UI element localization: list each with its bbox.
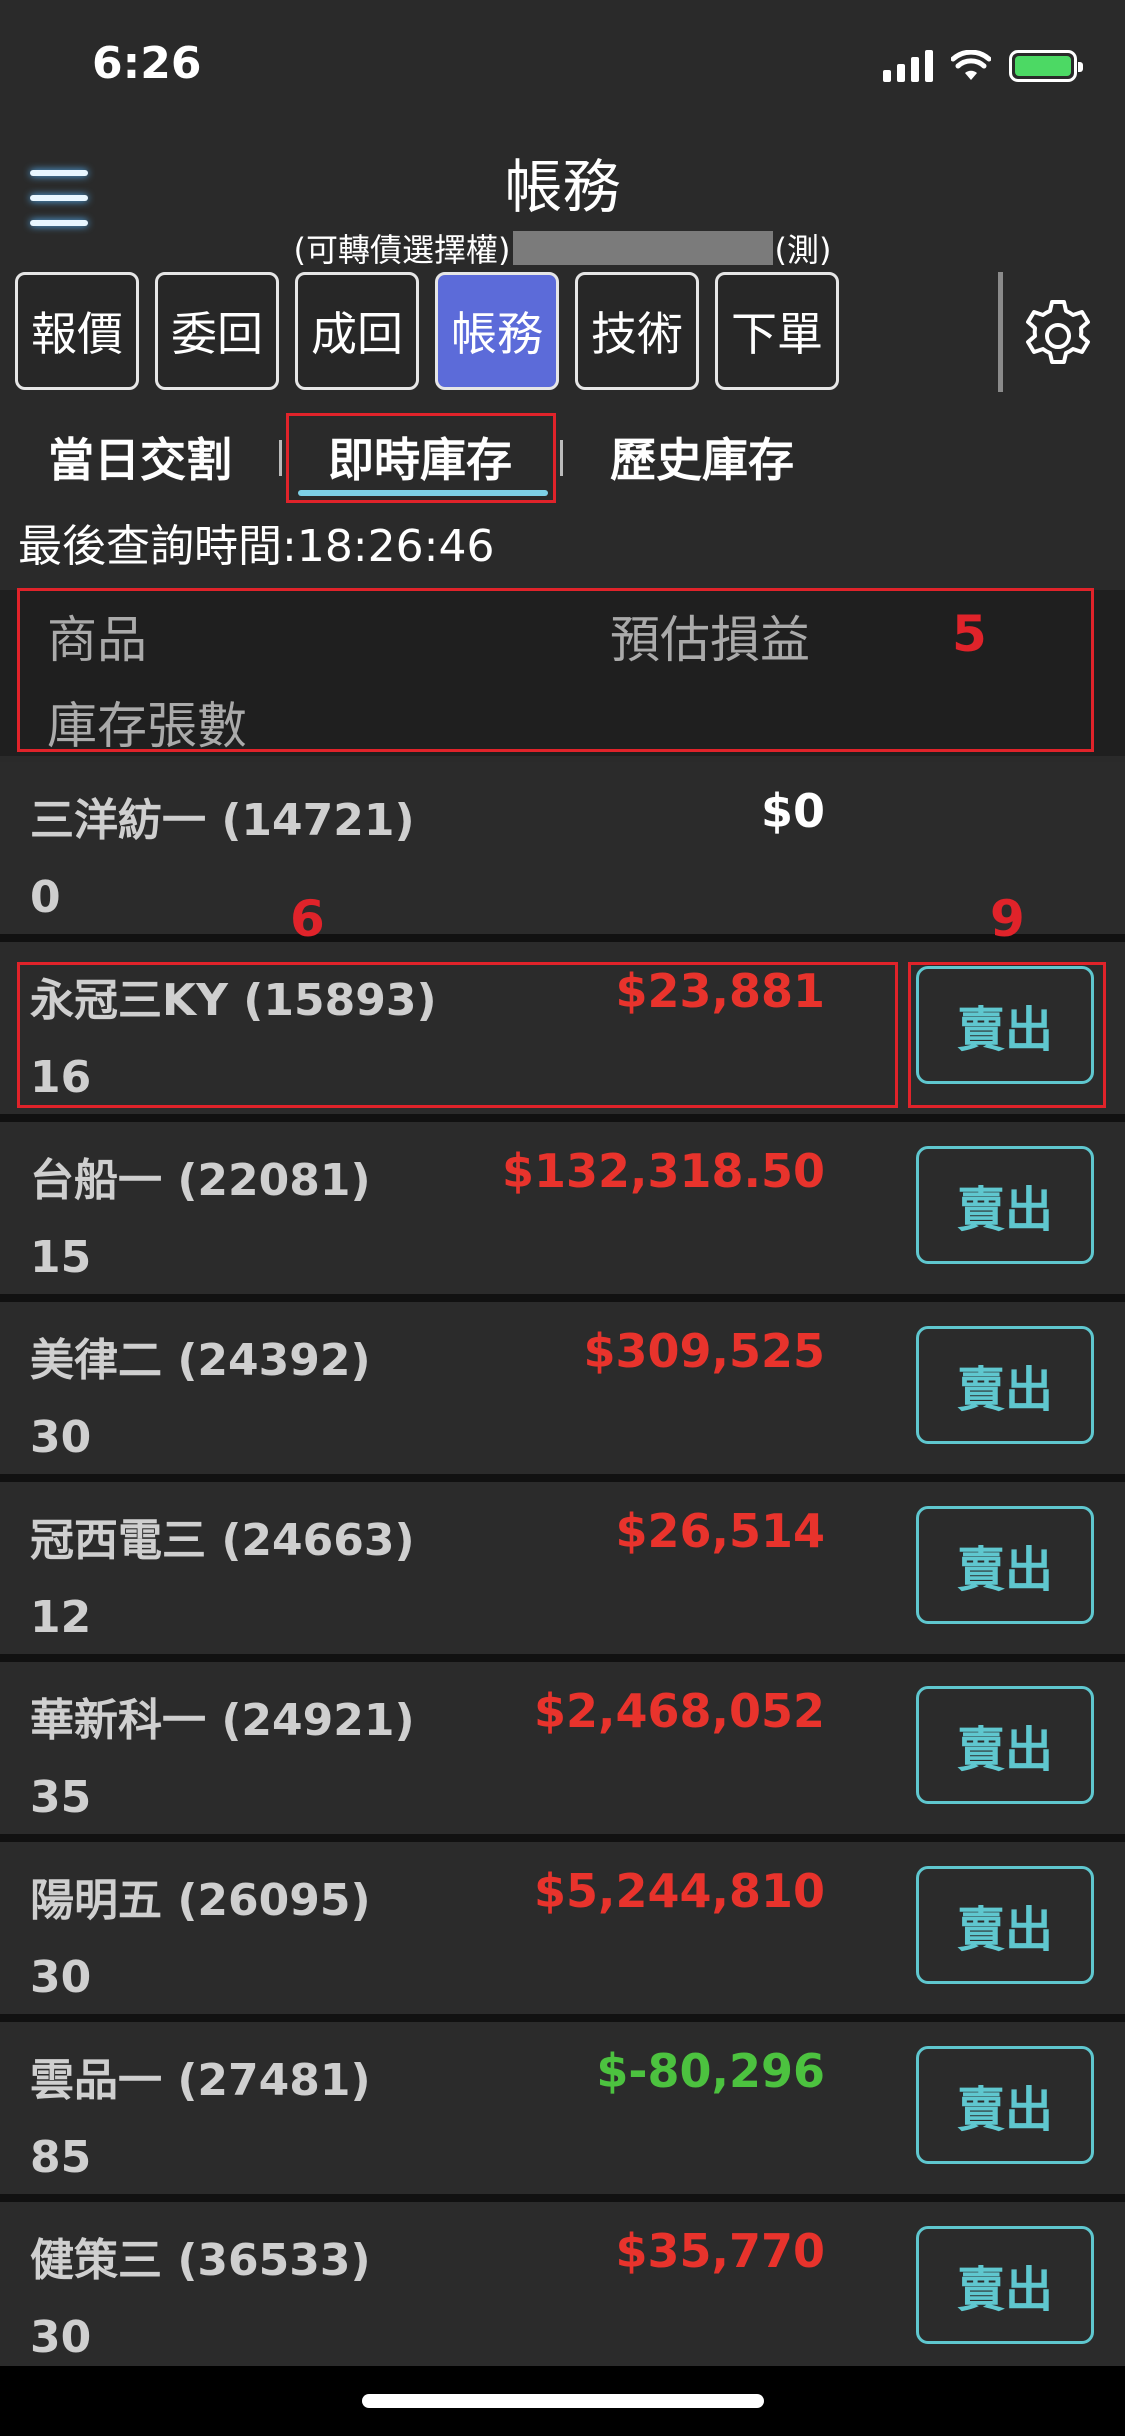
annotation-box-header bbox=[17, 588, 1094, 752]
holding-name: 華新科一 (24921) bbox=[30, 1695, 415, 1746]
holding-estimated-pnl: $35,770 bbox=[615, 2224, 825, 2278]
holding-qty: 30 bbox=[30, 1412, 92, 1463]
status-time: 6:26 bbox=[92, 38, 202, 89]
tab-order-reports[interactable]: 委回 bbox=[155, 272, 279, 390]
tab-quotes[interactable]: 報價 bbox=[15, 272, 139, 390]
sell-button[interactable]: 賣出 bbox=[916, 2046, 1094, 2164]
holding-row[interactable]: 台船一 (22081) $132,318.50 15 賣出 bbox=[0, 1122, 1125, 1302]
tab-technical[interactable]: 技術 bbox=[575, 272, 699, 390]
status-icons bbox=[883, 50, 1083, 82]
annotation-box-subtab bbox=[286, 413, 556, 503]
holding-qty: 85 bbox=[30, 2132, 92, 2183]
holding-row[interactable]: 健策三 (36533) $35,770 30 賣出 bbox=[0, 2202, 1125, 2382]
holding-row[interactable]: 華新科一 (24921) $2,468,052 35 賣出 bbox=[0, 1662, 1125, 1842]
subtab-separator bbox=[560, 440, 563, 476]
header: 帳務 (可轉債選擇權) (測) bbox=[0, 140, 1125, 269]
annotation-label-6: 6 bbox=[290, 890, 325, 948]
sub-tabs: 當日交割 即時庫存 歷史庫存 bbox=[0, 410, 1125, 500]
annotation-label-5: 5 bbox=[952, 605, 987, 663]
account-type-label: (可轉債選擇權) bbox=[293, 231, 511, 269]
wifi-icon bbox=[951, 50, 991, 80]
home-indicator[interactable] bbox=[362, 2394, 764, 2408]
holding-name: 台船一 (22081) bbox=[30, 1155, 371, 1206]
tab-fill-reports[interactable]: 成回 bbox=[295, 272, 419, 390]
subtab-history-inventory[interactable]: 歷史庫存 bbox=[610, 424, 794, 490]
holding-name: 健策三 (36533) bbox=[30, 2235, 371, 2286]
sell-button[interactable]: 賣出 bbox=[916, 1686, 1094, 1804]
holding-estimated-pnl: $2,468,052 bbox=[533, 1684, 825, 1738]
holding-row[interactable]: 美律二 (24392) $309,525 30 賣出 bbox=[0, 1302, 1125, 1482]
cellular-signal-icon bbox=[883, 50, 933, 82]
annotation-label-9: 9 bbox=[990, 890, 1025, 948]
holding-qty: 35 bbox=[30, 1772, 92, 1823]
holding-name: 陽明五 (26095) bbox=[30, 1875, 371, 1926]
battery-icon bbox=[1009, 50, 1083, 82]
gear-icon[interactable] bbox=[1018, 296, 1098, 376]
status-bar: 6:26 bbox=[0, 0, 1125, 140]
holding-estimated-pnl: $-80,296 bbox=[596, 2044, 825, 2098]
sell-button[interactable]: 賣出 bbox=[916, 2226, 1094, 2344]
holding-row[interactable]: 陽明五 (26095) $5,244,810 30 賣出 bbox=[0, 1842, 1125, 2022]
last-query-time: 最後查詢時間:18:26:46 bbox=[18, 521, 495, 572]
annotation-box-row bbox=[17, 962, 898, 1108]
holding-qty: 0 bbox=[30, 872, 61, 923]
subtab-same-day-settlement[interactable]: 當日交割 bbox=[48, 424, 232, 490]
annotation-box-sell bbox=[908, 962, 1106, 1108]
page-title: 帳務 bbox=[504, 153, 621, 221]
holding-estimated-pnl: $5,244,810 bbox=[533, 1864, 825, 1918]
holding-name: 冠西電三 (24663) bbox=[30, 1515, 415, 1566]
holding-estimated-pnl: $0 bbox=[760, 784, 825, 838]
holding-qty: 30 bbox=[30, 2312, 92, 2363]
sell-button[interactable]: 賣出 bbox=[916, 1506, 1094, 1624]
holding-name: 美律二 (24392) bbox=[30, 1335, 371, 1386]
holding-row[interactable]: 三洋紡一 (14721) $0 0 bbox=[0, 762, 1125, 942]
subtab-separator bbox=[279, 440, 282, 476]
redacted-account-number bbox=[512, 231, 773, 265]
holding-row[interactable]: 雲品一 (27481) $-80,296 85 賣出 bbox=[0, 2022, 1125, 2202]
holding-name: 三洋紡一 (14721) bbox=[30, 795, 415, 846]
holding-estimated-pnl: $309,525 bbox=[583, 1324, 825, 1378]
holding-estimated-pnl: $26,514 bbox=[615, 1504, 825, 1558]
sell-button[interactable]: 賣出 bbox=[916, 1866, 1094, 1984]
holding-qty: 12 bbox=[30, 1592, 92, 1643]
tab-place-order[interactable]: 下單 bbox=[715, 272, 839, 390]
sell-button[interactable]: 賣出 bbox=[916, 1326, 1094, 1444]
holding-qty: 15 bbox=[30, 1232, 92, 1283]
holding-qty: 30 bbox=[30, 1952, 92, 2003]
holding-estimated-pnl: $132,318.50 bbox=[501, 1144, 825, 1198]
holding-row[interactable]: 冠西電三 (24663) $26,514 12 賣出 bbox=[0, 1482, 1125, 1662]
sell-button[interactable]: 賣出 bbox=[916, 1146, 1094, 1264]
tabs-divider bbox=[998, 272, 1003, 392]
account-mode-label: (測) bbox=[774, 231, 832, 269]
account-subtitle: (可轉債選擇權) (測) bbox=[0, 225, 1125, 271]
holding-name: 雲品一 (27481) bbox=[30, 2055, 371, 2106]
tab-account[interactable]: 帳務 bbox=[435, 272, 559, 390]
main-tabs: 報價 委回 成回 帳務 技術 下單 bbox=[15, 272, 839, 390]
